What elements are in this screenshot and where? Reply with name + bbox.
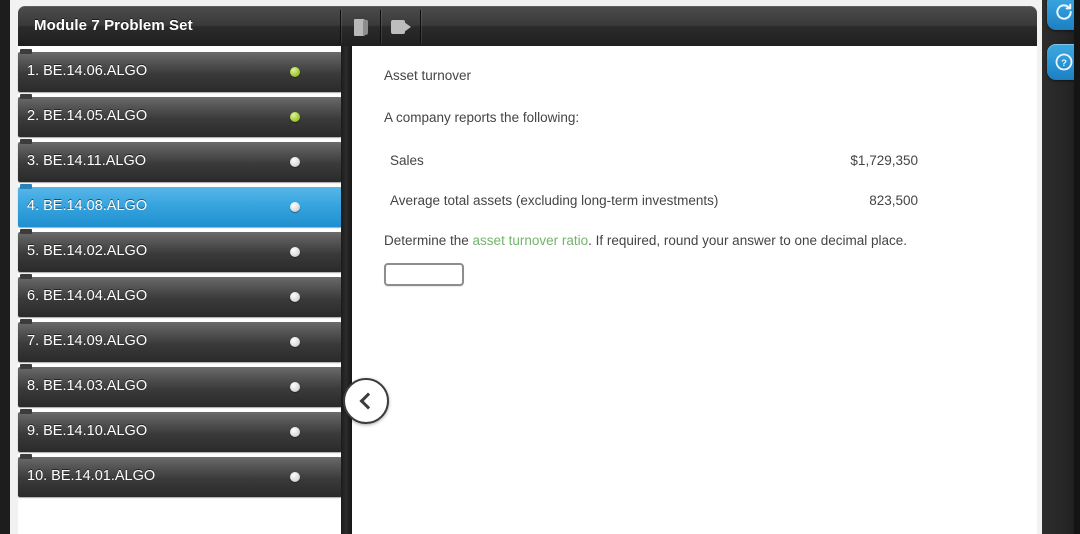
fact-row: Average total assets (excluding long-ter… [384,191,918,211]
list-item-fold [20,454,32,459]
list-item-fold [20,319,32,324]
problem-list-item[interactable]: 10. BE.14.01.ALGO [18,454,342,497]
page-title: Module 7 Problem Set [34,17,193,34]
fact-value: 823,500 [869,192,918,208]
problem-list-item-label: 5. BE.14.02.ALGO [27,243,148,259]
asset-turnover-ratio-link[interactable]: asset turnover ratio [473,233,589,248]
status-complete-icon [290,112,300,122]
toolbar-divider-1 [340,10,341,43]
list-item-fold [20,229,32,234]
question-text: Determine the asset turnover ratio. If r… [384,231,1011,251]
fact-row: Sales $1,729,350 [384,151,918,171]
fact-label: Average total assets (excluding long-ter… [390,192,719,208]
problem-list-item[interactable]: 3. BE.14.11.ALGO [18,139,342,182]
quiz-shell: Module 7 Problem Set 1. BE.14.06.ALGO 2. … [18,6,1037,534]
list-item-fold [20,184,32,189]
problem-list: 1. BE.14.06.ALGO 2. BE.14.05.ALGO 3. BE.14… [18,49,342,502]
problem-list-item[interactable]: 8. BE.14.03.ALGO [18,364,342,407]
status-pending-icon [290,292,300,302]
toolbar-divider-3 [420,10,421,43]
problem-list-item-label: 4. BE.14.08.ALGO [27,198,148,214]
toolbar-divider-2 [380,10,381,43]
problem-list-item-label: 10. BE.14.01.ALGO [27,468,156,484]
fact-label: Sales [390,152,424,168]
problem-list-item-label: 1. BE.14.06.ALGO [27,63,148,79]
problem-list-item[interactable]: 2. BE.14.05.ALGO [18,94,342,137]
svg-text:?: ? [1061,58,1067,69]
problem-list-item-label: 2. BE.14.05.ALGO [27,108,148,124]
problem-list-item[interactable]: 1. BE.14.06.ALGO [18,49,342,92]
status-pending-icon [290,382,300,392]
panel-divider [341,46,352,534]
problem-content: Asset turnover A company reports the fol… [352,46,1037,534]
problem-list-item[interactable]: 5. BE.14.02.ALGO [18,229,342,272]
header-bar: Module 7 Problem Set [18,6,1037,46]
ebook-button[interactable] [342,12,380,42]
problem-list-item-label: 6. BE.14.04.ALGO [27,288,148,304]
problem-title: Asset turnover [384,68,472,83]
chevron-left-icon [359,392,377,410]
status-pending-icon [290,427,300,437]
status-pending-icon [290,337,300,347]
problem-list-item[interactable]: 7. BE.14.09.ALGO [18,319,342,362]
list-item-fold [20,139,32,144]
problem-list-item[interactable]: 9. BE.14.10.ALGO [18,409,342,452]
status-pending-icon [290,472,300,482]
video-button[interactable] [382,12,420,42]
status-pending-icon [290,157,300,167]
problem-list-item[interactable]: 6. BE.14.04.ALGO [18,274,342,317]
app-root: Module 7 Problem Set 1. BE.14.06.ALGO 2. … [0,0,1080,534]
list-item-fold [20,364,32,369]
problem-list-item-label: 8. BE.14.03.ALGO [27,378,148,394]
question-suffix: . If required, round your answer to one … [588,233,908,248]
question-prefix: Determine the [384,233,473,248]
list-item-fold [20,274,32,279]
fact-value: $1,729,350 [850,152,918,168]
collapse-sidebar-button[interactable] [343,378,389,424]
problem-list-item-label: 7. BE.14.09.ALGO [27,333,148,349]
problem-intro: A company reports the following: [384,110,580,126]
answer-input[interactable] [384,263,464,287]
window-edge [1074,0,1080,534]
list-item-fold [20,409,32,414]
ebook-icon [353,18,369,36]
list-item-fold [20,49,32,54]
status-pending-icon [290,247,300,257]
refresh-icon [1056,3,1072,20]
list-item-fold [20,94,32,99]
problem-list-item-label: 9. BE.14.10.ALGO [27,423,148,439]
status-complete-icon [290,67,300,77]
video-icon [391,20,411,34]
problem-list-item[interactable]: 4. BE.14.08.ALGO [18,184,342,227]
status-pending-icon [290,202,300,212]
problem-list-item-label: 3. BE.14.11.ALGO [27,153,147,169]
help-icon: ? [1055,53,1073,71]
